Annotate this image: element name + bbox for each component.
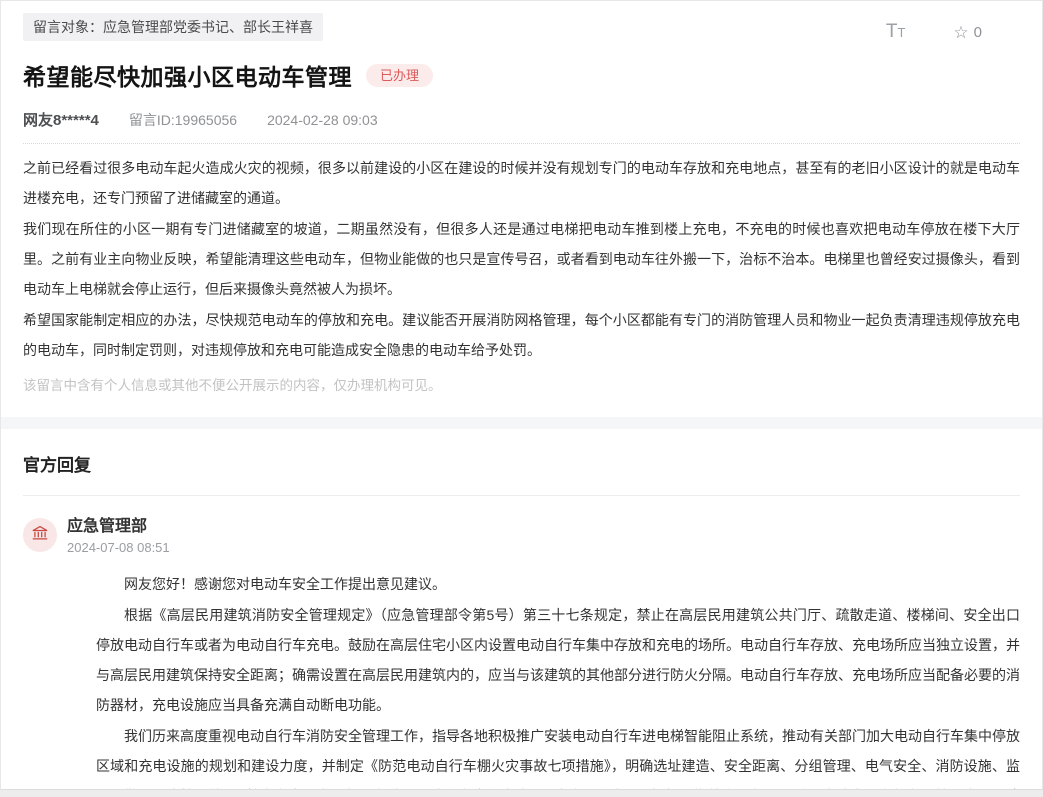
- status-badge: 已办理: [366, 64, 433, 87]
- reply-author-block: 应急管理部 2024-07-08 08:51: [67, 518, 170, 555]
- message-target-tag: 留言对象：应急管理部党委书记、部长王祥喜: [23, 13, 323, 41]
- reply-header: 应急管理部 2024-07-08 08:51: [23, 518, 1020, 555]
- message-title: 希望能尽快加强小区电动车管理: [23, 58, 352, 92]
- favorite-count: 0: [974, 24, 982, 41]
- reply-body: 网友您好！感谢您对电动车安全工作提出意见建议。 根据《高层民用建筑消防安全管理规…: [96, 569, 1020, 790]
- reply-date: 2024-07-08 08:51: [67, 540, 170, 555]
- message-meta: 网友8*****4 留言ID:19965056 2024-02-28 09:03: [23, 109, 1020, 130]
- font-size-large-icon: T: [886, 21, 898, 43]
- agency-name: 应急管理部: [67, 518, 170, 536]
- font-size-toggle[interactable]: T T: [886, 21, 906, 43]
- privacy-note: 该留言中含有个人信息或其他不便公开展示的内容，仅办理机构可见。: [23, 376, 1020, 396]
- title-row: 希望能尽快加强小区电动车管理 已办理: [23, 58, 1020, 92]
- government-building-icon: [31, 524, 49, 547]
- message-paragraph: 希望国家能制定相应的办法，尽快规范电动车的停放和充电。建议能否开展消防网格管理，…: [23, 305, 1020, 365]
- section-divider-band: [1, 417, 1042, 429]
- reply-divider: [23, 495, 1020, 496]
- message-id: 留言ID:19965056: [129, 110, 237, 130]
- official-reply-title: 官方回复: [23, 451, 1020, 476]
- star-icon: ☆: [953, 24, 968, 41]
- message-date: 2024-02-28 09:03: [267, 112, 378, 128]
- message-body: 之前已经看过很多电动车起火造成火灾的视频，很多以前建设的小区在建设的时候并没有规…: [23, 153, 1020, 365]
- reply-paragraph: 网友您好！感谢您对电动车安全工作提出意见建议。: [96, 569, 1020, 599]
- font-size-small-icon: T: [897, 25, 905, 40]
- author-name: 网友8*****4: [23, 109, 99, 130]
- message-paragraph: 之前已经看过很多电动车起火造成火灾的视频，很多以前建设的小区在建设的时候并没有规…: [23, 153, 1020, 213]
- message-detail-page: 留言对象：应急管理部党委书记、部长王祥喜 T T ☆ 0 希望能尽快加强小区电动…: [0, 0, 1043, 790]
- dotted-divider: [23, 143, 1020, 144]
- top-actions: T T ☆ 0: [886, 21, 982, 43]
- message-paragraph: 我们现在所住的小区一期有专门进储藏室的坡道，二期虽然没有，但很多人还是通过电梯把…: [23, 214, 1020, 304]
- favorite-button[interactable]: ☆ 0: [953, 24, 982, 41]
- message-card: 留言对象：应急管理部党委书记、部长王祥喜 T T ☆ 0 希望能尽快加强小区电动…: [1, 1, 1042, 396]
- official-reply-card: 官方回复 应急管理部 2024-07-08 08:51: [1, 429, 1042, 790]
- reply-paragraph: 根据《高层民用建筑消防安全管理规定》（应急管理部令第5号）第三十七条规定，禁止在…: [96, 600, 1020, 720]
- reply-paragraph: 我们历来高度重视电动自行车消防安全管理工作，指导各地积极推广安装电动自行车进电梯…: [96, 721, 1020, 790]
- message-card-header: 留言对象：应急管理部党委书记、部长王祥喜 T T ☆ 0: [23, 13, 1020, 43]
- agency-avatar: [23, 518, 57, 552]
